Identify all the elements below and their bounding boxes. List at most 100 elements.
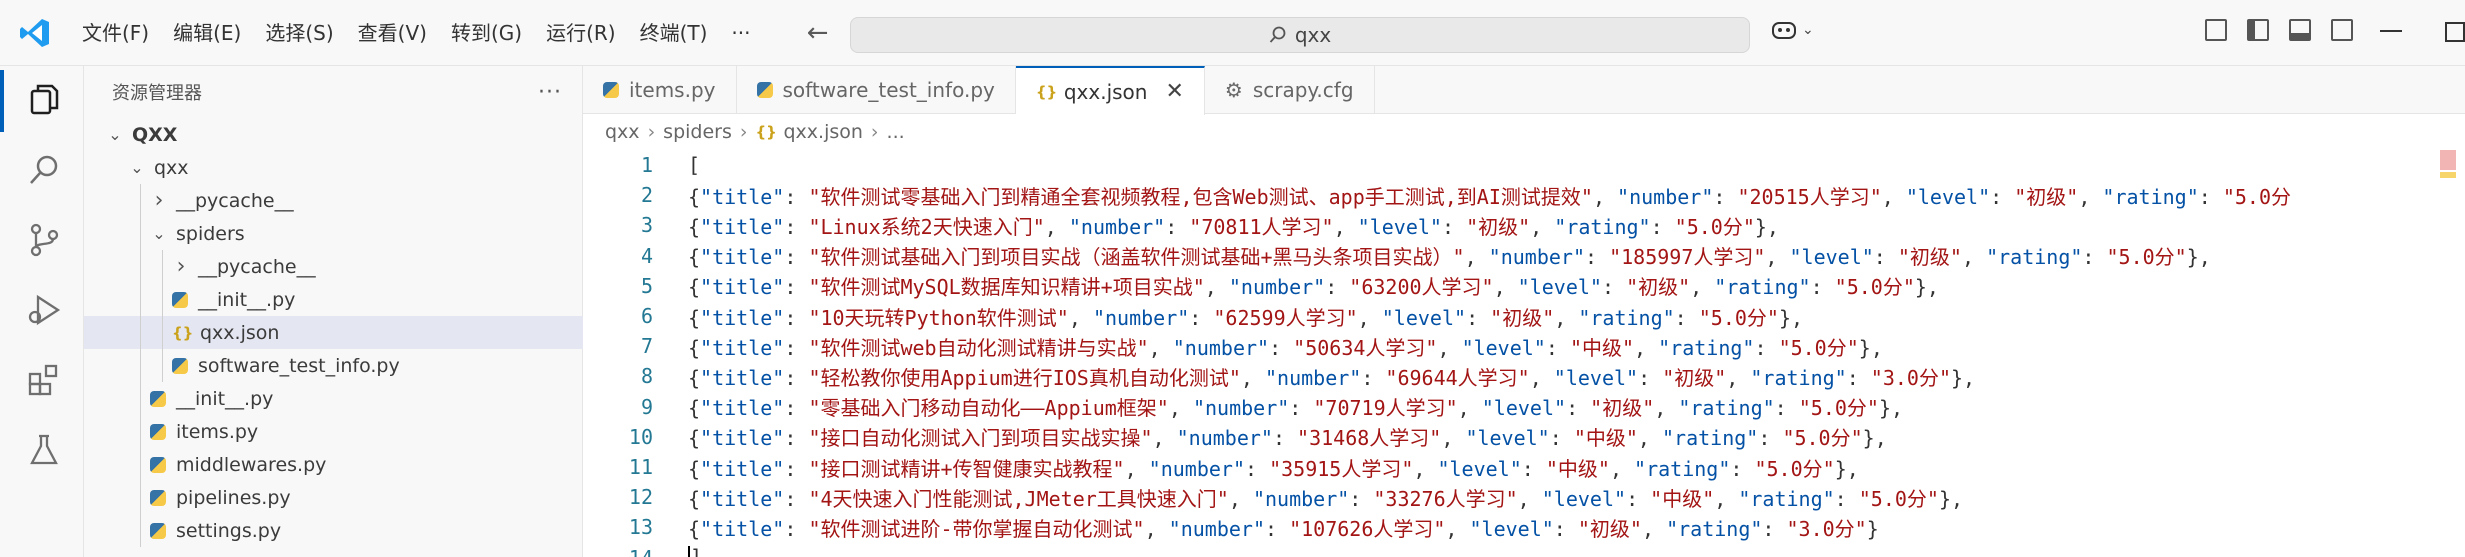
breadcrumb-item[interactable]: qxx.json — [783, 121, 862, 143]
tree-item[interactable]: __init__.py — [84, 382, 583, 415]
code-token: : — [1165, 214, 1190, 239]
code-token: : — [784, 305, 809, 330]
code-token: }, — [1914, 275, 1939, 300]
toggle-secondary-sidebar-icon[interactable] — [2331, 19, 2353, 41]
level-value: "初级" — [1626, 275, 1691, 300]
code-token: "title" — [700, 426, 785, 451]
code-token: }, — [1778, 305, 1804, 330]
maximize-window-icon[interactable] — [2445, 22, 2465, 42]
tab-items-py[interactable]: items.py — [583, 66, 737, 114]
more-actions-icon[interactable]: ··· — [538, 80, 562, 105]
breadcrumb-item[interactable]: spiders — [663, 121, 732, 143]
code-token: : — [784, 245, 809, 270]
copilot-button[interactable]: ⌄ — [1770, 18, 1814, 42]
menu-item[interactable]: 运行(R) — [534, 12, 628, 54]
tree-item[interactable]: {} qxx.json — [84, 316, 583, 349]
menu-item[interactable]: ··· — [719, 12, 762, 54]
tree-item-label: middlewares.py — [176, 453, 327, 476]
tree-item[interactable]: items.py — [84, 415, 583, 448]
json-file-icon: {} — [1035, 82, 1058, 101]
code-token: , — [1637, 426, 1663, 451]
code-token: "number" — [1068, 214, 1166, 239]
level-value: "初级" — [1466, 214, 1531, 239]
minimize-window-icon[interactable] — [2380, 30, 2402, 32]
title-value: "接口自动化测试入门到项目实战实操" — [808, 426, 1153, 451]
tree-item[interactable]: ⌄ spiders — [84, 217, 583, 250]
search-icon — [1269, 26, 1286, 43]
code-line: 4 {"title": "软件测试基础入门到项目实战（涵盖软件测试基础+黑马头条项… — [583, 241, 2465, 271]
line-number: 8 — [640, 364, 653, 389]
code-token: : — [1269, 335, 1294, 360]
chevron-right-icon: › — [154, 188, 164, 213]
menu-item[interactable]: 转到(G) — [439, 12, 534, 54]
tree-item[interactable]: pipelines.py — [84, 481, 583, 514]
title-value: "软件测试进阶-带你掌握自动化测试" — [808, 516, 1145, 541]
code-token: , — [1144, 516, 1169, 541]
chevron-down-icon: ⌄ — [152, 224, 166, 243]
tab-label: qxx.json — [1063, 79, 1148, 104]
menu-item[interactable]: 选择(S) — [253, 12, 345, 54]
code-line: 14] — [583, 543, 2465, 557]
customize-layout-icon[interactable] — [2205, 19, 2227, 41]
toggle-panel-icon[interactable] — [2289, 19, 2311, 41]
code-token: "rating" — [1666, 516, 1763, 541]
menu-item[interactable]: 文件(F) — [70, 12, 161, 54]
code-token: "title" — [700, 516, 785, 541]
run-debug-icon[interactable] — [26, 292, 62, 328]
tree-item[interactable]: ⌄ qxx — [84, 151, 583, 184]
tree-item[interactable]: settings.py — [84, 514, 583, 547]
breadcrumb-item[interactable]: ... — [887, 121, 905, 143]
explorer-icon[interactable] — [26, 82, 62, 118]
code-token: "number" — [1148, 456, 1245, 481]
indent-guide — [162, 283, 163, 316]
menu-item[interactable]: 终端(T) — [628, 12, 720, 54]
code-line: 5 {"title": "软件测试MySQL数据库知识精讲+项目实战", "num… — [583, 271, 2465, 301]
menu-item[interactable]: 编辑(E) — [161, 12, 253, 54]
code-token: : — [1873, 245, 1898, 270]
code-text: {"title": "轻松教你使用Appium进行IOS真机自动化测试", "n… — [688, 362, 1975, 391]
level-value: "初级" — [1897, 245, 1962, 270]
number-value: "20515人学习" — [1737, 184, 1882, 209]
python-file-icon — [150, 489, 166, 506]
code-editor[interactable]: 1[2 {"title": "软件测试零基础入门到精通全套视频教程,包含Web测试… — [583, 150, 2465, 557]
source-control-icon[interactable] — [26, 222, 62, 258]
code-token: "level" — [1789, 245, 1874, 270]
back-arrow-icon[interactable]: ← — [803, 18, 833, 48]
tree-item[interactable]: software_test_info.py — [84, 349, 583, 382]
code-text: {"title": "Linux系统2天快速入门", "number": "70… — [688, 211, 1779, 240]
tree-item[interactable]: __init__.py — [84, 283, 583, 316]
tree-item-label: __init__.py — [176, 387, 274, 410]
extensions-icon[interactable] — [26, 362, 62, 398]
tab-scrapy-cfg[interactable]: ⚙ scrapy.cfg — [1205, 66, 1375, 114]
menu-item[interactable]: 查看(V) — [346, 12, 439, 54]
code-token: : — [1762, 516, 1787, 541]
overview-ruler-error-marker — [2440, 150, 2456, 170]
code-token: { — [688, 365, 701, 390]
close-icon[interactable]: ✕ — [1165, 79, 1183, 104]
tab-qxx-json[interactable]: {} qxx.json ✕ — [1015, 66, 1205, 115]
code-line: 8 {"title": "轻松教你使用Appium进行IOS真机自动化测试", "… — [583, 361, 2465, 391]
code-token: "level" — [1553, 365, 1639, 390]
code-token: : — [1846, 365, 1871, 390]
tree-item[interactable]: middlewares.py — [84, 448, 583, 481]
testing-flask-icon[interactable] — [26, 432, 62, 468]
breadcrumb-item[interactable]: qxx — [605, 121, 640, 143]
code-token: "level" — [1541, 486, 1627, 511]
code-line: 10 {"title": "接口自动化测试入门到项目实战实操", "number"… — [583, 422, 2465, 452]
code-token: , — [1961, 245, 1987, 270]
code-token: "level" — [1469, 516, 1554, 541]
code-token: : — [1553, 516, 1578, 541]
tree-item[interactable]: › __pycache__ — [84, 250, 583, 283]
rating-value: "5.0分" — [1698, 305, 1779, 330]
tree-item[interactable]: › __pycache__ — [84, 184, 583, 217]
search-icon[interactable] — [26, 152, 62, 188]
line-number: 14 — [583, 546, 653, 557]
tab-software-test-info-py[interactable]: software_test_info.py — [737, 66, 1016, 114]
code-text: {"title": "软件测试零基础入门到精通全套视频教程,包含Web测试、ap… — [688, 181, 2291, 210]
line-number: 12 — [628, 485, 653, 510]
code-line: 9 {"title": "零基础入门移动自动化——Appium框架", "numb… — [583, 392, 2465, 422]
toggle-sidebar-icon[interactable] — [2247, 19, 2269, 41]
tree-item[interactable]: ⌄ QXX — [84, 118, 583, 151]
command-center-search[interactable]: qxx — [850, 17, 1750, 53]
code-token: : — [1549, 426, 1574, 451]
